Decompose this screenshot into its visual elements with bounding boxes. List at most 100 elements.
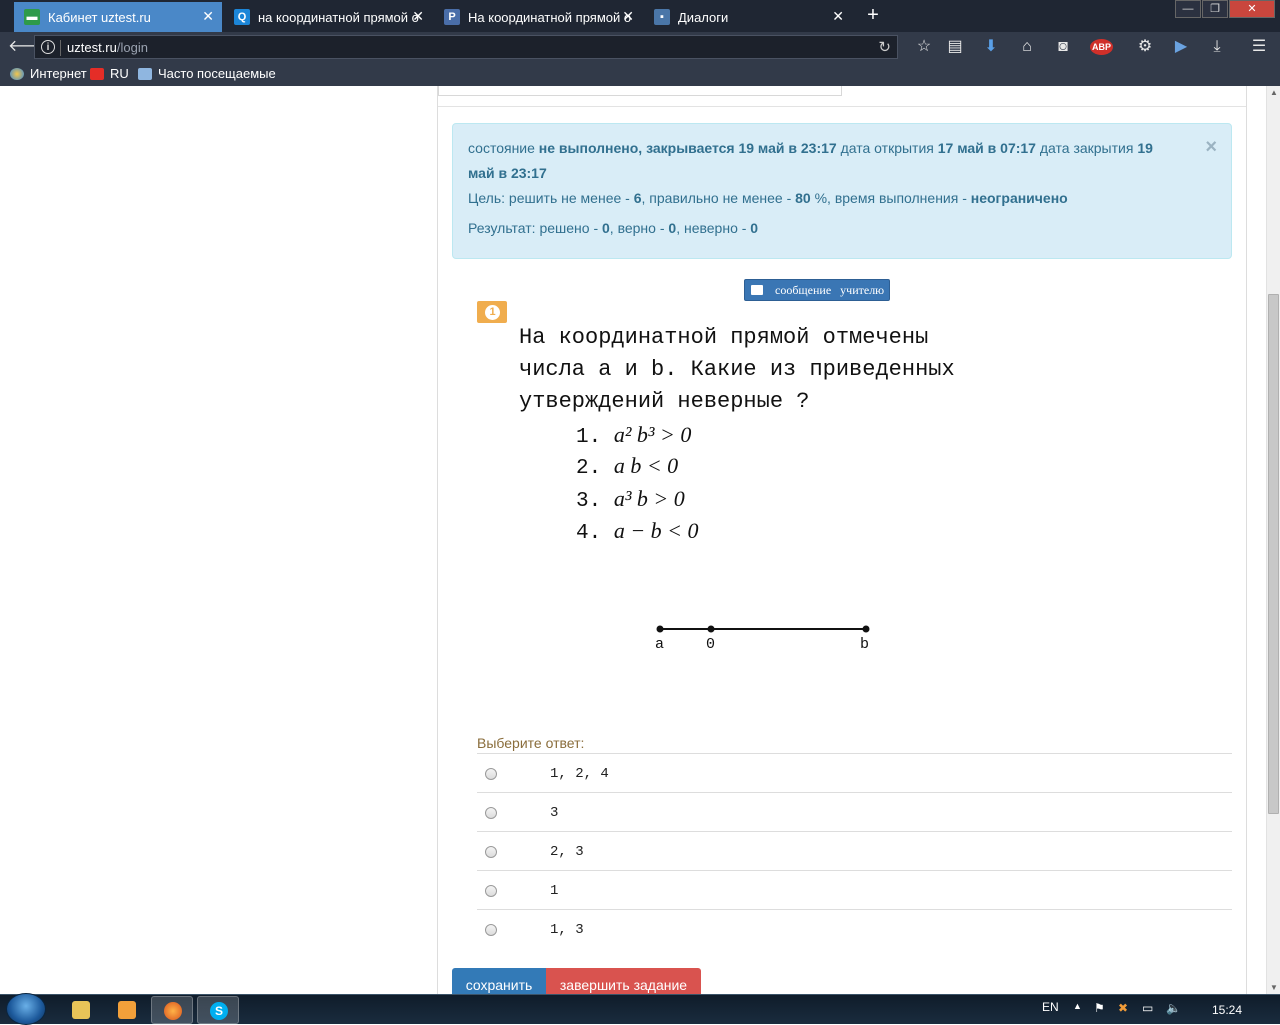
statement-number: 3.: [576, 490, 602, 513]
panel-border-left: [437, 86, 438, 994]
taskbar-media[interactable]: [106, 996, 148, 1024]
reload-icon[interactable]: ↻: [878, 38, 891, 56]
statement-number: 2.: [576, 457, 602, 480]
result-line: Результат: решено - 0, верно - 0, неверн…: [468, 216, 1171, 241]
close-label: дата закрытия: [1039, 140, 1134, 156]
tray-app-icon[interactable]: ✖: [1118, 1001, 1128, 1015]
close-window-button[interactable]: ✕: [1229, 0, 1275, 18]
close-tab-icon[interactable]: ✕: [412, 8, 424, 25]
message-teacher-button[interactable]: сообщение учителю: [744, 279, 890, 301]
point-b: [862, 625, 870, 633]
answer-text: 1, 2, 4: [550, 766, 609, 782]
minimize-button[interactable]: —: [1175, 0, 1201, 18]
scroll-down-icon[interactable]: ▼: [1270, 983, 1278, 992]
solved-count: 0: [602, 220, 610, 236]
question-text: На координатной прямой отмечены числа a …: [519, 325, 955, 414]
menu-icon[interactable]: ☰: [1248, 37, 1270, 57]
youtube-icon: [90, 67, 104, 80]
search-icon: Q: [234, 9, 250, 25]
tab-page[interactable]: P На координатной прямой о ✕: [434, 2, 642, 32]
number-line: a 0 b: [655, 625, 870, 651]
extension-download-icon[interactable]: ⤓: [1206, 37, 1228, 57]
clock[interactable]: 15:24: [1212, 1003, 1242, 1017]
firefox-icon: [164, 1002, 182, 1020]
back-icon[interactable]: 🡐: [8, 37, 51, 57]
tab-uztest[interactable]: ▬ Кабинет uztest.ru ✕: [14, 2, 222, 32]
panel-border-right: [1246, 86, 1247, 994]
goal-count: 6: [633, 190, 642, 206]
radio-button[interactable]: [485, 885, 497, 897]
status-state: не выполнено, закрывается 19 май в 23:17: [538, 140, 837, 156]
finish-task-button[interactable]: завершить задание: [546, 968, 701, 994]
reading-list-icon[interactable]: ▤: [944, 37, 966, 57]
close-tab-icon[interactable]: ✕: [832, 8, 844, 25]
close-tab-icon[interactable]: ✕: [202, 8, 214, 25]
media-player-icon: [118, 1001, 136, 1019]
start-button[interactable]: [6, 993, 46, 1025]
radio-button[interactable]: [485, 846, 497, 858]
radio-button[interactable]: [485, 924, 497, 936]
top-panel-edge: [438, 86, 842, 96]
statement-expression: a³ b > 0: [613, 486, 685, 511]
info-icon[interactable]: i: [41, 40, 55, 54]
home-icon[interactable]: ⌂: [1016, 37, 1038, 57]
url-bar[interactable]: i uztest.ru/login ↻: [34, 35, 898, 59]
bookmark-star-icon[interactable]: ☆: [913, 37, 935, 57]
download-icon[interactable]: ⬇: [980, 37, 1002, 57]
goal-mid2: %, время выполнения -: [814, 190, 967, 206]
taskbar-explorer[interactable]: [60, 996, 102, 1024]
url-divider: [60, 40, 61, 56]
close-icon[interactable]: ×: [1205, 136, 1217, 159]
nav-bar: 🡐 i uztest.ru/login ↻ ☆ ▤ ⬇ ⌂ ◙ ABP ⚙ ▶ …: [0, 32, 1280, 62]
answer-option[interactable]: 1, 3: [477, 909, 1232, 948]
goal-prefix: Цель: решить не менее -: [468, 190, 630, 206]
bookmark-label: RU: [110, 66, 129, 81]
save-button[interactable]: сохранить: [452, 968, 546, 994]
url-host: uztest.ru: [67, 40, 117, 55]
adblock-icon[interactable]: ABP: [1090, 37, 1114, 57]
extension-icon[interactable]: ⚙: [1134, 37, 1156, 57]
goal-percent: 80: [795, 190, 811, 206]
maximize-button[interactable]: ❐: [1202, 0, 1228, 18]
bookmark-internet[interactable]: Интернет: [10, 66, 87, 81]
action-center-flag-icon[interactable]: ⚑: [1094, 1001, 1105, 1015]
answer-option[interactable]: 3: [477, 792, 1232, 831]
open-date: 17 май в 07:17: [937, 140, 1036, 156]
new-tab-button[interactable]: +: [862, 4, 884, 27]
statement-expression: a − b < 0: [613, 518, 699, 543]
answer-text: 2, 3: [550, 844, 584, 860]
radio-button[interactable]: [485, 768, 497, 780]
tab-label: на координатной прямой о: [258, 9, 419, 25]
show-hidden-icons-icon[interactable]: ▲: [1073, 1001, 1082, 1011]
bookmark-ru[interactable]: RU: [90, 66, 129, 81]
radio-button[interactable]: [485, 807, 497, 819]
answer-option[interactable]: 2, 3: [477, 831, 1232, 870]
volume-icon[interactable]: 🔈: [1166, 1001, 1181, 1015]
network-icon[interactable]: ▭: [1142, 1001, 1153, 1015]
language-indicator[interactable]: EN: [1042, 1000, 1059, 1014]
statement-expression: a b < 0: [613, 453, 679, 478]
bookmark-frequent[interactable]: Часто посещаемые: [138, 66, 276, 81]
bookmark-label: Интернет: [30, 66, 87, 81]
folder-icon: [138, 67, 152, 80]
message-button-label: сообщение учителю: [775, 282, 885, 297]
vertical-scrollbar[interactable]: ▲ ▼: [1266, 86, 1280, 994]
goal-line: Цель: решить не менее - 6, правильно не …: [468, 186, 1171, 211]
answer-option[interactable]: 1, 2, 4: [477, 753, 1232, 792]
scroll-up-icon[interactable]: ▲: [1270, 88, 1278, 97]
folder-icon: [72, 1001, 90, 1019]
pocket-icon[interactable]: ◙: [1052, 37, 1074, 57]
point-zero: [707, 625, 715, 633]
bookmark-label: Часто посещаемые: [158, 66, 276, 81]
extension-play-icon[interactable]: ▶: [1170, 37, 1192, 57]
taskbar-firefox[interactable]: [151, 996, 193, 1024]
answer-option[interactable]: 1: [477, 870, 1232, 909]
tab-dialogs[interactable]: ▪ Диалоги ✕: [644, 2, 852, 32]
statement-4: 4. a − b < 0: [576, 518, 699, 545]
scrollbar-thumb[interactable]: [1268, 294, 1279, 814]
tab-search[interactable]: Q на координатной прямой о ✕: [224, 2, 432, 32]
close-tab-icon[interactable]: ✕: [622, 8, 634, 25]
uztest-favicon-icon: ▬: [24, 9, 40, 25]
taskbar-skype[interactable]: S: [197, 996, 239, 1024]
question-number: 1: [485, 305, 500, 320]
